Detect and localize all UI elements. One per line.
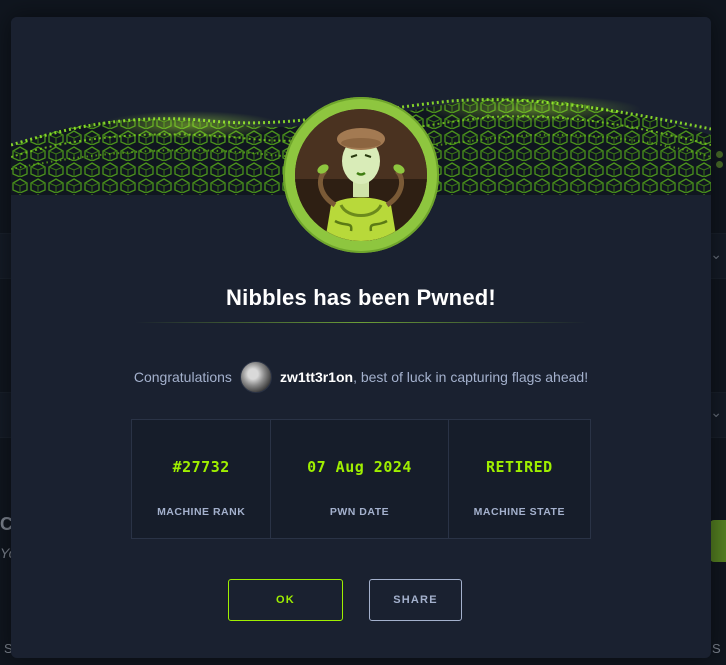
modal-title: Nibbles has been Pwned!: [226, 285, 496, 310]
stat-value: 07 Aug 2024: [307, 458, 412, 476]
stat-machine-state: RETIRED MACHINE STATE: [449, 420, 590, 538]
stat-label: MACHINE STATE: [473, 506, 565, 518]
congrats-message: Congratulations zw1tt3r1on , best of luc…: [11, 361, 711, 393]
share-button[interactable]: SHARE: [369, 579, 462, 621]
user-avatar: [239, 361, 272, 393]
username[interactable]: zw1tt3r1on: [280, 369, 353, 385]
stat-value: #27732: [172, 458, 230, 476]
stat-label: MACHINE RANK: [157, 506, 246, 518]
title-divider: [135, 322, 587, 323]
stat-machine-rank: #27732 MACHINE RANK: [132, 420, 272, 538]
stat-label: PWN DATE: [329, 506, 390, 518]
machine-avatar: [283, 97, 439, 253]
congrats-prefix: Congratulations: [133, 369, 232, 385]
stats-panel: #27732 MACHINE RANK 07 Aug 2024 PWN DATE…: [131, 419, 591, 539]
congrats-suffix: , best of luck in capturing flags ahead!: [353, 369, 589, 385]
pwned-modal: Nibbles has been Pwned! Congratulations …: [11, 17, 711, 658]
ok-button[interactable]: OK: [228, 579, 343, 621]
machine-avatar-image: [295, 109, 427, 241]
stat-value: RETIRED: [485, 458, 553, 476]
stat-pwn-date: 07 Aug 2024 PWN DATE: [271, 420, 449, 538]
